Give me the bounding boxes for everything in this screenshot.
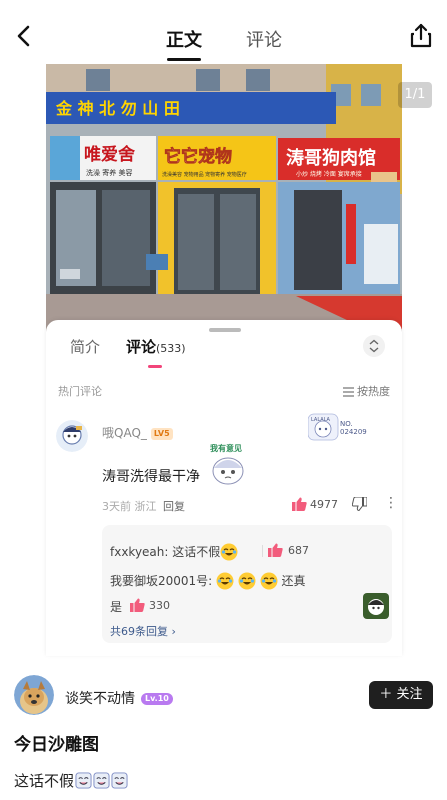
card-tab-indicator xyxy=(148,365,162,368)
reply-button[interactable]: 回复 xyxy=(163,500,185,513)
thumbs-up-icon[interactable] xyxy=(292,497,307,511)
author-name[interactable]: 谈笑不动情 Lv.10 xyxy=(65,688,173,708)
tab-card-comments[interactable]: 评论(533) xyxy=(126,336,186,357)
drag-handle[interactable] xyxy=(209,328,241,332)
collapse-icon[interactable] xyxy=(363,335,385,357)
laughing-cry-emoji-icon xyxy=(93,772,110,789)
sticker-top-text: LALALA xyxy=(311,417,331,423)
sort-label: 按热度 xyxy=(357,385,390,398)
laughing-cry-emoji-icon xyxy=(220,543,238,561)
reply-1-user[interactable]: fxxkyeah: xyxy=(110,545,168,559)
sticker-emoji: 我有意见 xyxy=(210,443,244,485)
comment-time: 3天前 xyxy=(102,500,131,513)
center-shop-sub: 洗澡美容 宠物用品 宠物寄养 宠物医疗 xyxy=(162,171,247,178)
author-username: 谈笑不动情 xyxy=(65,691,135,707)
id-badge-number: 024209 xyxy=(340,428,367,436)
author-avatar[interactable] xyxy=(14,675,54,715)
comment-location: 浙江 xyxy=(134,500,157,513)
laughing-cry-emoji-icon xyxy=(260,572,278,590)
page-indicator: 1/1 xyxy=(398,82,432,108)
divider xyxy=(262,545,263,557)
hot-comments-label: 热门评论 xyxy=(58,385,102,398)
center-shop-sign: 它它宠物 xyxy=(164,146,232,167)
thumbs-up-icon[interactable] xyxy=(130,598,145,612)
active-tab-indicator xyxy=(167,58,201,61)
comment-text: 涛哥洗得最干净 xyxy=(102,469,200,485)
reply-2-user[interactable]: 我要御坂20001号: xyxy=(110,574,212,588)
tab-main-text[interactable]: 正文 xyxy=(166,26,202,52)
reply-1-likes: 687 xyxy=(288,544,309,557)
commenter-avatar[interactable] xyxy=(56,420,88,452)
more-replies-link[interactable]: 共69条回复 › xyxy=(110,623,176,639)
reply-2-text: 还真 xyxy=(281,574,306,588)
laughing-cry-emoji-icon xyxy=(238,572,256,590)
reply-2-likes: 330 xyxy=(149,599,170,612)
left-shop-sub: 洗澡 寄养 美容 xyxy=(86,168,132,177)
laughing-cry-emoji-icon xyxy=(75,772,92,789)
share-icon[interactable] xyxy=(407,22,435,50)
laughing-cry-emoji-icon xyxy=(111,772,128,789)
tab-intro[interactable]: 简介 xyxy=(70,336,100,357)
post-body-text: 这话不假 xyxy=(14,772,75,790)
id-badge-label: NO. xyxy=(340,420,353,428)
author-level-badge: Lv.10 xyxy=(141,693,173,705)
reply-avatar xyxy=(363,593,389,619)
tab-comments[interactable]: 评论 xyxy=(246,26,282,52)
laughing-cry-emoji-icon xyxy=(216,572,234,590)
sort-icon xyxy=(343,387,354,397)
right-shop-sign: 涛哥狗肉馆 xyxy=(286,147,376,169)
sticker-caption: 我有意见 xyxy=(210,443,242,453)
top-bar: 正文 评论 xyxy=(0,0,447,64)
commenter-name[interactable]: 哦QAQ_ LV5 xyxy=(102,424,173,441)
top-banner-text: 金 神 北 勿 山 田 xyxy=(55,99,180,118)
reply-2-text-cont: 是 xyxy=(110,600,123,614)
replies-box: fxxkyeah: 这话不假 687 我要御坂20001号: 还真 是 330 … xyxy=(102,525,392,643)
thumbs-down-icon[interactable] xyxy=(352,497,367,511)
comment-screenshot-card: 简介 评论(533) 热门评论 按热度 哦QAQ_ LV5 LALALA NO. … xyxy=(46,320,402,656)
right-shop-sub: 小炒 烧烤 冷面 宴席承接 xyxy=(296,170,362,178)
chevron-left-icon[interactable] xyxy=(10,22,38,50)
comment-count: (533) xyxy=(156,342,186,355)
post-title: 今日沙雕图 xyxy=(14,735,99,755)
sort-by-hot[interactable]: 按热度 xyxy=(343,383,390,399)
post-photo[interactable]: 金 神 北 勿 山 田 唯爱舍 洗澡 寄养 美容 它它宠物 洗澡美容 宠物用品 … xyxy=(46,64,402,364)
left-shop-sign: 唯爱舍 xyxy=(84,144,135,165)
commenter-username: 哦QAQ_ xyxy=(102,426,147,440)
more-options-icon[interactable]: ⋮ xyxy=(384,496,398,510)
id-badge-text: NO. 024209 xyxy=(340,420,367,436)
reply-2: 我要御坂20001号: 还真 xyxy=(110,572,306,590)
reply-1: fxxkyeah: 这话不假 xyxy=(110,543,238,561)
reply-1-text: 这话不假 xyxy=(172,545,221,559)
commenter-level-badge: LV5 xyxy=(150,428,173,440)
thumbs-up-icon[interactable] xyxy=(268,543,283,557)
post-body: 这话不假 xyxy=(14,770,128,791)
card-comments-label: 评论 xyxy=(126,338,157,356)
comment-meta: 3天前 浙江 回复 xyxy=(102,498,185,514)
like-count: 4977 xyxy=(310,498,338,511)
follow-button[interactable]: ＋ 关注 xyxy=(369,681,433,709)
